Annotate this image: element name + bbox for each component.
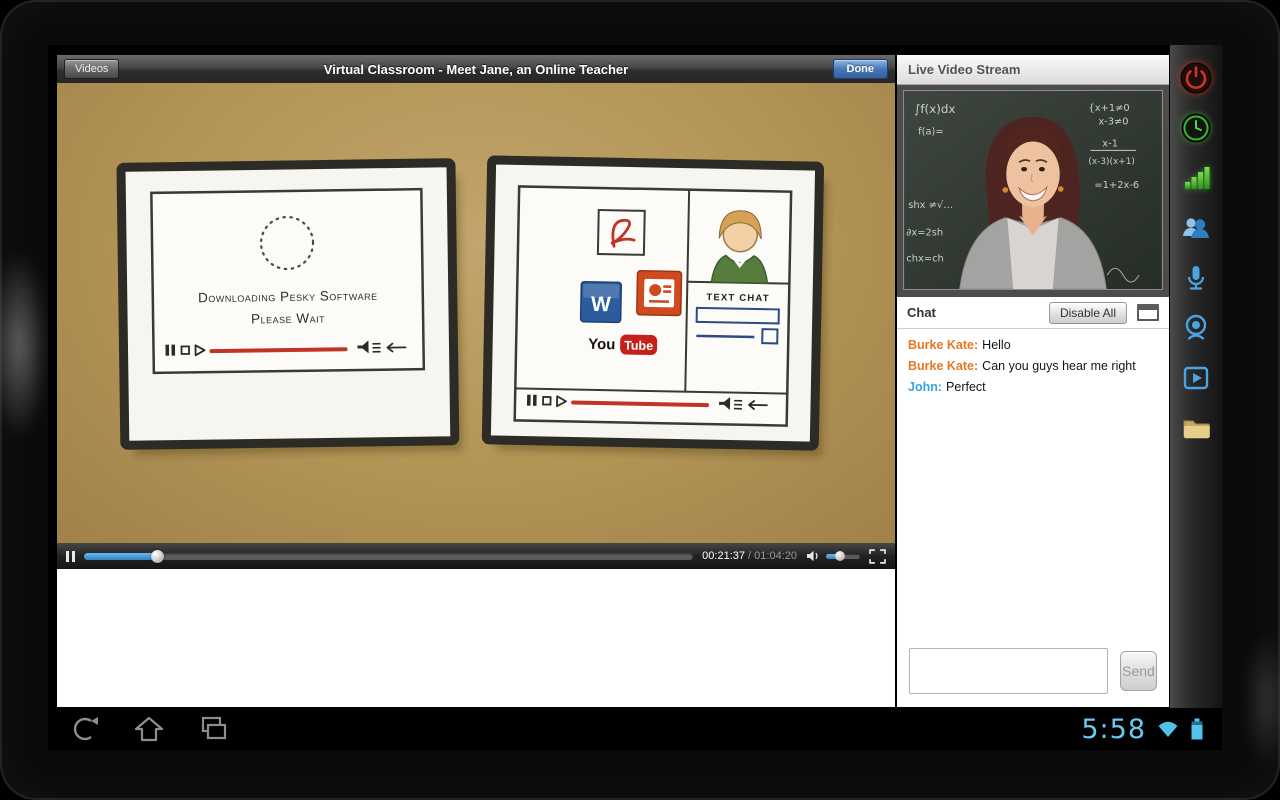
sketch-caption-2: Please Wait	[251, 310, 325, 326]
send-button[interactable]: Send	[1120, 651, 1157, 691]
seek-progress	[84, 553, 157, 560]
bezel-highlight-right	[1244, 630, 1280, 770]
video-frame-content: Downloading Pesky Software Please Wait	[57, 83, 895, 543]
speaker-icon	[806, 549, 821, 563]
live-stream-container: ∫f(x)dx f(a)= {x+1≠0 x-3≠0 x-1 (x-3)(x+1…	[897, 85, 1169, 297]
svg-text:∂x=2sh: ∂x=2sh	[906, 228, 943, 239]
chat-messages: Burke Kate: Hello Burke Kate: Can you guys…	[897, 329, 1169, 635]
powerpoint-icon	[637, 271, 682, 316]
svg-text:(x-3)(x+1): (x-3)(x+1)	[1088, 157, 1134, 167]
volume-fill	[826, 554, 840, 559]
home-button[interactable]	[131, 715, 167, 743]
screen: Videos Virtual Classroom - Meet Jane, an…	[48, 45, 1222, 750]
chat-author: Burke Kate:	[908, 359, 978, 373]
android-navbar: 5:58	[48, 708, 1222, 750]
time-separator: /	[745, 550, 754, 562]
live-stream-video: ∫f(x)dx f(a)= {x+1≠0 x-3≠0 x-1 (x-3)(x+1…	[903, 90, 1163, 290]
word-icon: W	[581, 282, 622, 323]
video-surface[interactable]: Downloading Pesky Software Please Wait	[57, 83, 895, 543]
mic-icon[interactable]	[1178, 260, 1214, 296]
chat-author: John:	[908, 380, 942, 394]
youtube-logo: You Tube	[588, 334, 657, 355]
svg-text:W: W	[591, 293, 611, 316]
back-button[interactable]	[66, 715, 102, 743]
sketch-right: TEXT CHAT W	[486, 160, 828, 456]
sketch-left-screen	[151, 189, 423, 373]
disable-all-button[interactable]: Disable All	[1049, 302, 1127, 324]
done-button[interactable]: Done	[833, 59, 889, 79]
volume-knob[interactable]	[835, 551, 845, 561]
fullscreen-button[interactable]	[869, 549, 886, 564]
window-title: Virtual Classroom - Meet Jane, an Online…	[324, 62, 628, 77]
svg-text:{x+1≠0: {x+1≠0	[1088, 103, 1129, 114]
svg-text:f(a)=: f(a)=	[918, 127, 944, 138]
webcam-icon[interactable]	[1178, 310, 1214, 346]
live-video-stream-header: Live Video Stream	[897, 55, 1169, 85]
seek-knob[interactable]	[151, 550, 164, 563]
pause-button[interactable]	[66, 551, 75, 562]
video-play-icon[interactable]	[1178, 360, 1214, 396]
tablet-frame: Videos Virtual Classroom - Meet Jane, an…	[0, 0, 1280, 800]
volume-control[interactable]	[806, 549, 860, 563]
chat-title: Chat	[907, 305, 1039, 320]
svg-text:chx=ch: chx=ch	[906, 253, 943, 264]
svg-text:shx ≠√…: shx ≠√…	[908, 200, 953, 211]
svg-text:x-1: x-1	[1102, 138, 1118, 149]
recents-button[interactable]	[196, 715, 232, 743]
seek-bar[interactable]	[84, 553, 693, 560]
popout-window-icon[interactable]	[1137, 304, 1159, 321]
titlebar: Videos Virtual Classroom - Meet Jane, an…	[57, 55, 895, 83]
wifi-icon	[1156, 719, 1180, 739]
people-icon[interactable]	[1178, 210, 1214, 246]
svg-text:You: You	[588, 336, 616, 354]
player-controls: 00:21:37 / 01:04:20	[57, 543, 895, 569]
folder-icon[interactable]	[1178, 410, 1214, 446]
right-toolbar	[1170, 45, 1222, 708]
status-cluster: 5:58	[1081, 714, 1204, 745]
chat-input-row: Send	[897, 635, 1169, 707]
sketch-left: Downloading Pesky Software Please Wait	[121, 163, 463, 456]
svg-text:Tube: Tube	[624, 338, 653, 353]
nav-buttons	[66, 715, 232, 743]
chat-input[interactable]	[909, 648, 1108, 694]
duration: 01:04:20	[754, 550, 797, 562]
bezel-highlight	[0, 250, 48, 440]
svg-text:∫f(x)dx: ∫f(x)dx	[914, 102, 955, 116]
svg-text:=1+2x-6: =1+2x-6	[1094, 180, 1139, 191]
chat-text: Can you guys hear me right	[982, 359, 1136, 373]
clock-icon[interactable]	[1178, 110, 1214, 146]
power-icon[interactable]	[1178, 60, 1214, 96]
chat-header: Chat Disable All	[897, 297, 1169, 329]
text-chat-label: TEXT CHAT	[706, 292, 770, 304]
chat-text: Hello	[982, 338, 1011, 352]
content-below-video	[57, 569, 895, 707]
videos-button[interactable]: Videos	[64, 59, 119, 79]
volume-slider[interactable]	[826, 554, 860, 559]
battery-icon	[1190, 717, 1204, 741]
signal-icon[interactable]	[1178, 160, 1214, 196]
chat-message: John: Perfect	[908, 380, 1158, 394]
time-display: 00:21:37 / 01:04:20	[702, 550, 797, 562]
status-time: 5:58	[1081, 714, 1146, 745]
sidebar: Live Video Stream ∫f(x)dx f(a)= {x+1≠0 x…	[897, 55, 1169, 707]
current-time: 00:21:37	[702, 550, 745, 562]
chat-author: Burke Kate:	[908, 338, 978, 352]
chat-message: Burke Kate: Hello	[908, 338, 1158, 352]
chat-text: Perfect	[946, 380, 986, 394]
chat-message: Burke Kate: Can you guys hear me right	[908, 359, 1158, 373]
sketch-caption-1: Downloading Pesky Software	[198, 288, 378, 306]
svg-text:x-3≠0: x-3≠0	[1098, 117, 1128, 128]
video-player-window: Videos Virtual Classroom - Meet Jane, an…	[57, 55, 895, 707]
